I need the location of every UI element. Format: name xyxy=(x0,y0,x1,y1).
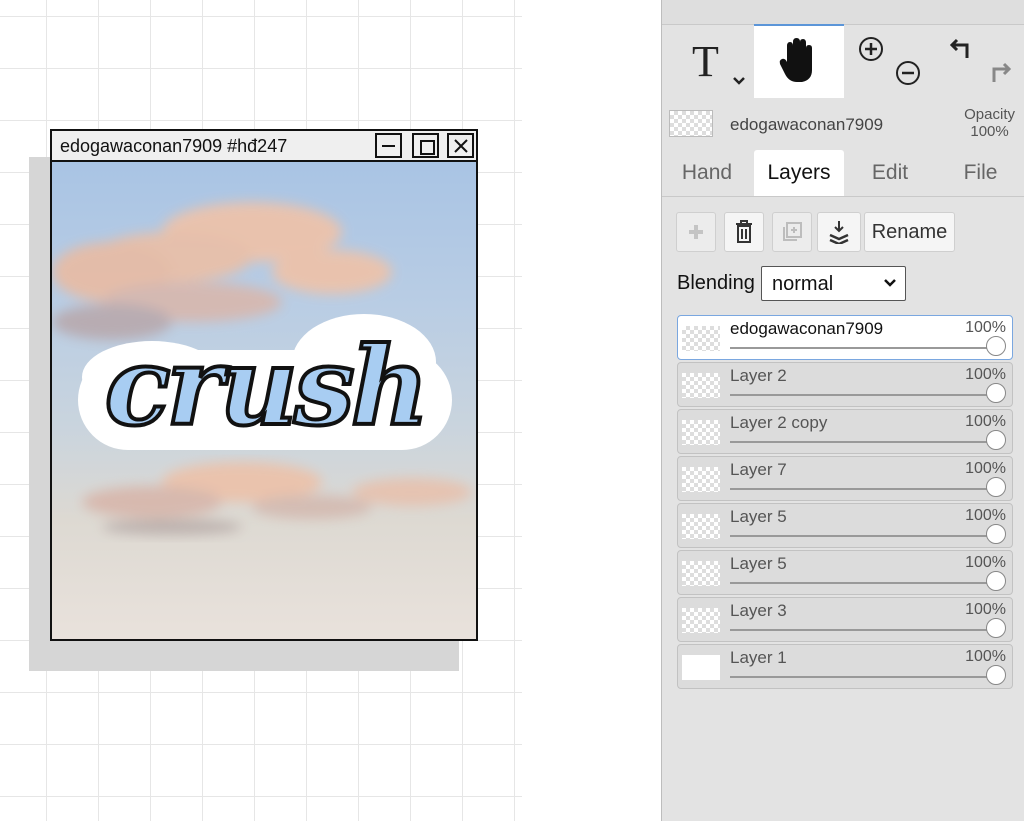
opacity-slider-track[interactable] xyxy=(730,394,996,396)
opacity-slider-track[interactable] xyxy=(730,676,996,678)
text-tool-button[interactable]: T xyxy=(662,24,752,98)
layer-opacity: 100% xyxy=(965,366,1006,383)
tab-edit[interactable]: Edit xyxy=(845,150,935,196)
layer-opacity: 100% xyxy=(965,554,1006,571)
artwork-image: crush xyxy=(52,202,472,535)
artwork[interactable]: crush xyxy=(52,162,476,639)
layer-opacity: 100% xyxy=(965,601,1006,618)
opacity-slider-track[interactable] xyxy=(730,347,996,349)
opacity-slider-handle[interactable] xyxy=(986,665,1006,685)
opacity-slider-track[interactable] xyxy=(730,582,996,584)
opacity-readout: Opacity 100% xyxy=(964,106,1015,140)
layer-row[interactable]: Layer 3 100% xyxy=(677,597,1013,642)
merge-down-icon xyxy=(829,221,849,244)
canvas-area[interactable]: edogawaconan7909 #hđ247 crush xyxy=(0,0,522,821)
layer-thumbnail xyxy=(682,326,720,351)
delete-layer-button[interactable] xyxy=(724,212,764,252)
layer-thumbnail xyxy=(682,467,720,492)
opacity-slider-handle[interactable] xyxy=(986,477,1006,497)
layer-opacity: 100% xyxy=(965,413,1006,430)
opacity-slider-handle[interactable] xyxy=(986,430,1006,450)
layer-thumbnail xyxy=(682,514,720,539)
layer-row[interactable]: Layer 5 100% xyxy=(677,503,1013,548)
layer-opacity: 100% xyxy=(965,319,1006,336)
layer-name: Layer 5 xyxy=(730,554,787,573)
zoom-out-icon xyxy=(896,61,920,85)
opacity-slider-track[interactable] xyxy=(730,535,996,537)
artwork-lettering: crush xyxy=(105,324,426,450)
opacity-label: Opacity xyxy=(964,106,1015,123)
layer-name: Layer 3 xyxy=(730,601,787,620)
duplicate-icon xyxy=(783,222,802,241)
duplicate-layer-button[interactable] xyxy=(772,212,812,252)
chevron-down-icon xyxy=(733,77,745,85)
layers-panel: T edogawaconan7909 Opacity 100% Hand Lay… xyxy=(661,0,1024,821)
layer-name: edogawaconan7909 xyxy=(730,319,884,338)
layer-row[interactable]: Layer 2 copy 100% xyxy=(677,409,1013,454)
merge-down-button[interactable] xyxy=(817,212,861,252)
layer-name: Layer 2 copy xyxy=(730,413,828,432)
layer-thumbnail xyxy=(682,608,720,633)
window-title: edogawaconan7909 #hđ247 xyxy=(60,136,288,156)
zoom-tool-button[interactable] xyxy=(845,24,935,98)
toolbar: T xyxy=(662,24,1024,98)
layer-row[interactable]: edogawaconan7909 100% xyxy=(677,315,1013,360)
close-icon xyxy=(454,139,468,153)
trash-icon xyxy=(736,220,752,243)
rename-button[interactable]: Rename xyxy=(864,212,955,252)
layer-row[interactable]: Layer 7 100% xyxy=(677,456,1013,501)
layer-row[interactable]: Layer 1 100% xyxy=(677,644,1013,689)
image-window[interactable]: edogawaconan7909 #hđ247 crush xyxy=(50,129,478,641)
opacity-value: 100% xyxy=(970,123,1009,140)
layer-opacity: 100% xyxy=(965,648,1006,665)
panel-tabs: Hand Layers Edit File xyxy=(662,150,1024,197)
plus-icon xyxy=(689,225,703,239)
layer-thumbnail xyxy=(682,420,720,445)
undo-redo-buttons xyxy=(936,24,1024,98)
layer-opacity: 100% xyxy=(965,507,1006,524)
add-layer-button[interactable] xyxy=(676,212,716,252)
minimize-button[interactable] xyxy=(375,133,402,158)
hand-tool-button[interactable] xyxy=(754,24,844,98)
undo-icon[interactable] xyxy=(949,36,975,62)
opacity-slider-handle[interactable] xyxy=(986,524,1006,544)
opacity-slider-track[interactable] xyxy=(730,441,996,443)
opacity-slider-track[interactable] xyxy=(730,488,996,490)
layer-row[interactable]: Layer 2 100% xyxy=(677,362,1013,407)
opacity-slider-handle[interactable] xyxy=(986,618,1006,638)
layer-thumbnail xyxy=(682,561,720,586)
layer-name: Layer 1 xyxy=(730,648,787,667)
current-layer-thumbnail xyxy=(669,110,713,137)
zoom-in-icon xyxy=(859,37,883,61)
tab-hand[interactable]: Hand xyxy=(662,150,752,196)
layer-thumbnail xyxy=(682,655,720,680)
layer-name: Layer 2 xyxy=(730,366,787,385)
tab-file[interactable]: File xyxy=(936,150,1024,196)
opacity-slider-handle[interactable] xyxy=(986,336,1006,356)
window-titlebar[interactable]: edogawaconan7909 #hđ247 xyxy=(52,131,476,162)
text-tool-glyph: T xyxy=(692,37,719,86)
opacity-slider-track[interactable] xyxy=(730,629,996,631)
chevron-down-icon xyxy=(884,279,896,287)
redo-icon[interactable] xyxy=(986,60,1012,86)
opacity-slider-handle[interactable] xyxy=(986,571,1006,591)
tab-layers[interactable]: Layers xyxy=(754,150,844,196)
opacity-slider-handle[interactable] xyxy=(986,383,1006,403)
current-layer-name: edogawaconan7909 xyxy=(730,115,884,134)
current-layer-info: edogawaconan7909 Opacity 100% xyxy=(662,98,1024,148)
blending-select[interactable]: normal xyxy=(761,266,906,301)
layer-thumbnail xyxy=(682,373,720,398)
layer-name: Layer 5 xyxy=(730,507,787,526)
maximize-button[interactable] xyxy=(412,133,439,158)
layer-name: Layer 7 xyxy=(730,460,787,479)
close-button[interactable] xyxy=(447,133,474,158)
hand-icon xyxy=(779,38,812,82)
panel-top-bar xyxy=(662,0,1024,25)
layer-row[interactable]: Layer 5 100% xyxy=(677,550,1013,595)
layer-opacity: 100% xyxy=(965,460,1006,477)
blending-value: normal xyxy=(772,273,834,295)
blending-label: Blending xyxy=(677,272,755,294)
